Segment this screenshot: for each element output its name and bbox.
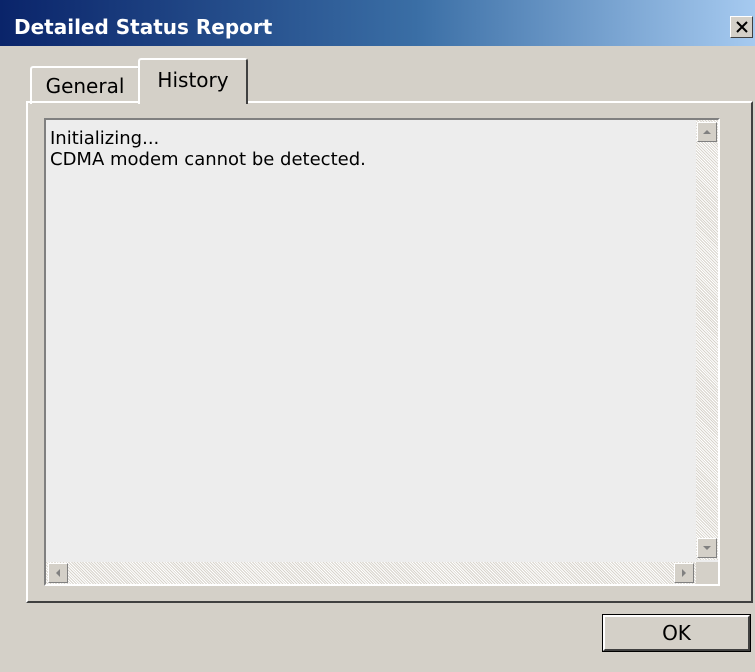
scroll-down-button[interactable] — [697, 538, 717, 558]
close-icon — [736, 21, 748, 33]
title-bar[interactable]: Detailed Status Report — [0, 0, 755, 46]
arrow-down-icon — [703, 546, 711, 550]
scroll-up-button[interactable] — [697, 122, 717, 142]
window-title: Detailed Status Report — [14, 15, 273, 39]
ok-button[interactable]: OK — [602, 614, 751, 652]
arrow-up-icon — [703, 130, 711, 134]
scrollbar-corner — [696, 562, 718, 584]
arrow-right-icon — [682, 569, 686, 577]
arrow-left-icon — [56, 569, 60, 577]
history-log: Initializing... CDMA modem cannot be det… — [50, 128, 366, 170]
close-button[interactable] — [730, 16, 753, 38]
vertical-scrollbar[interactable] — [696, 120, 718, 560]
scroll-right-button[interactable] — [674, 563, 694, 583]
history-line: CDMA modem cannot be detected. — [50, 149, 366, 170]
horizontal-scrollbar[interactable] — [46, 562, 696, 584]
tab-history[interactable]: History — [138, 58, 248, 104]
history-line: Initializing... — [50, 128, 160, 149]
tab-general[interactable]: General — [30, 66, 140, 104]
scroll-left-button[interactable] — [48, 563, 68, 583]
history-text-area[interactable]: Initializing... CDMA modem cannot be det… — [44, 118, 720, 586]
